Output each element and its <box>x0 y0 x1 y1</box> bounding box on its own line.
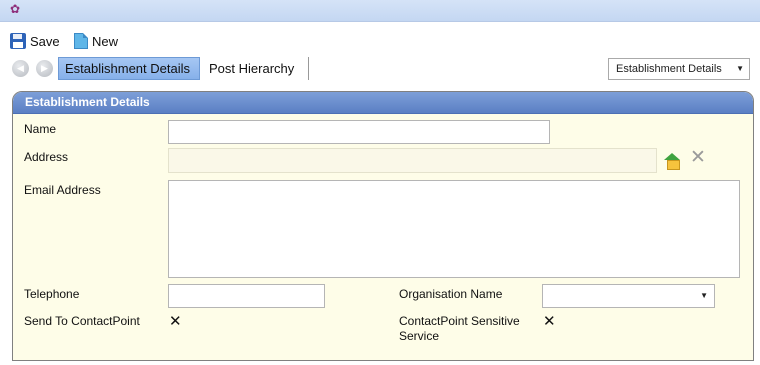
telephone-label: Telephone <box>24 287 80 301</box>
tab-establishment-details[interactable]: Establishment Details <box>58 57 200 80</box>
panel-title: Establishment Details <box>25 95 150 109</box>
chevron-down-icon: ▼ <box>736 64 744 73</box>
window-titlebar: ✿ <box>0 0 760 22</box>
send-to-contactpoint-label: Send To ContactPoint <box>24 314 140 328</box>
name-label: Name <box>24 122 57 136</box>
toolbar: Save New <box>0 22 760 54</box>
telephone-field[interactable] <box>168 284 325 308</box>
close-icon[interactable]: ✕ <box>690 148 706 168</box>
save-button-label: Save <box>30 33 60 49</box>
tab-post-hierarchy[interactable]: Post Hierarchy <box>203 57 309 80</box>
organisation-name-select[interactable]: ▼ <box>542 284 715 308</box>
organisation-name-label: Organisation Name <box>399 287 503 301</box>
house-icon[interactable] <box>664 153 681 170</box>
panel-header: Establishment Details <box>13 92 753 114</box>
back-arrow-icon[interactable]: ◀ <box>12 60 29 77</box>
contactpoint-sensitive-label-line2: Service <box>399 329 440 343</box>
contactpoint-sensitive-label: ContactPoint Sensitive <box>399 314 520 328</box>
view-select-value: Establishment Details <box>616 63 722 75</box>
tab-bar: ◀ ▶ Establishment Details Post Hierarchy… <box>0 56 760 82</box>
app-logo-icon: ✿ <box>10 2 21 16</box>
address-field <box>168 148 657 173</box>
email-field[interactable] <box>168 180 740 278</box>
new-button-label: New <box>92 33 119 49</box>
new-button[interactable]: New <box>74 31 118 51</box>
floppy-disk-icon <box>10 33 26 49</box>
email-textarea[interactable] <box>169 181 739 277</box>
chevron-down-icon: ▼ <box>700 291 708 300</box>
new-document-icon <box>74 33 88 49</box>
address-label: Address <box>24 150 69 164</box>
telephone-input[interactable] <box>169 285 324 307</box>
save-button[interactable]: Save <box>10 31 60 51</box>
contactpoint-sensitive-checkbox[interactable]: ✕ <box>543 314 556 329</box>
view-select[interactable]: Establishment Details ▼ <box>608 58 750 80</box>
send-to-contactpoint-checkbox[interactable]: ✕ <box>169 314 182 329</box>
forward-arrow-icon[interactable]: ▶ <box>36 60 53 77</box>
name-field[interactable] <box>168 120 550 144</box>
email-label: Email Address <box>24 183 101 197</box>
address-input <box>169 149 656 172</box>
name-input[interactable] <box>169 121 549 143</box>
